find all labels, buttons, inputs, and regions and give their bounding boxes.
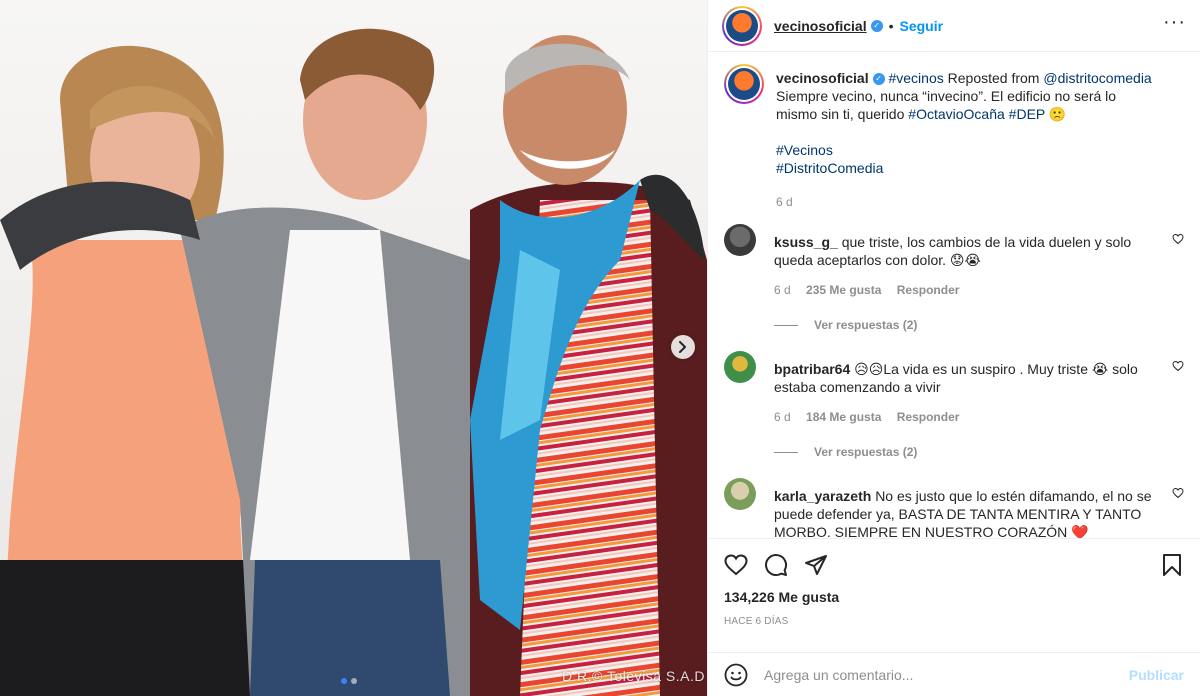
vecinos-logo-icon bbox=[728, 68, 760, 100]
comment-input[interactable]: Agrega un comentario... bbox=[764, 667, 1129, 683]
commenter-avatar[interactable] bbox=[724, 351, 756, 383]
likes-count[interactable]: 134,226 Me gusta bbox=[724, 589, 1184, 605]
emoji-smiley-icon[interactable] bbox=[724, 663, 748, 687]
caption-time: 6 d bbox=[776, 195, 793, 209]
author-username[interactable]: vecinosoficial bbox=[774, 18, 867, 34]
comment-item: bpatribar64 😥😥La vida es un suspiro . Mu… bbox=[724, 351, 1184, 426]
comment-body: karla_yarazeth No es justo que lo estén … bbox=[774, 487, 1154, 538]
caption-reposted-from: Reposted from bbox=[947, 70, 1040, 86]
view-replies-button[interactable]: Ver respuestas (2) bbox=[774, 445, 1184, 459]
post-caption: vecinosoficial ✓ #vecinos Reposted from @… bbox=[724, 64, 1184, 211]
post-side-panel: vecinosoficial ✓ • Seguir ··· vecinosofi… bbox=[707, 0, 1200, 696]
commenter-username[interactable]: bpatribar64 bbox=[774, 361, 850, 377]
vecinos-logo-icon bbox=[726, 9, 758, 42]
replies-line bbox=[774, 451, 798, 453]
caption-tag-distrito[interactable]: #DistritoComedia bbox=[776, 160, 883, 176]
post-age: HACE 6 DÍAS bbox=[724, 616, 789, 627]
commenter-avatar[interactable] bbox=[724, 478, 756, 510]
caption-tag-dep[interactable]: #DEP bbox=[1009, 106, 1045, 122]
comment-meta: 6 d 184 Me gusta Responder bbox=[774, 408, 1154, 426]
reply-button[interactable]: Responder bbox=[897, 410, 960, 424]
commenter-username[interactable]: karla_yarazeth bbox=[774, 488, 871, 504]
post-photo[interactable]: D.R.© Televisa S.A.D bbox=[0, 0, 707, 696]
caption-username[interactable]: vecinosoficial bbox=[776, 70, 869, 86]
comment-item: karla_yarazeth No es justo que lo estén … bbox=[724, 478, 1184, 538]
separator-dot: • bbox=[888, 17, 894, 34]
comment-bubble-icon[interactable] bbox=[764, 553, 788, 577]
caption-emoji: 🙁 bbox=[1048, 106, 1067, 122]
photo-watermark: D.R.© Televisa S.A.D bbox=[562, 668, 705, 684]
publish-button[interactable]: Publicar bbox=[1129, 667, 1184, 683]
carousel-dot-active bbox=[341, 678, 347, 684]
comment-likes[interactable]: 235 Me gusta bbox=[806, 283, 881, 297]
comments-list[interactable]: vecinosoficial ✓ #vecinos Reposted from @… bbox=[708, 53, 1200, 538]
caption-text: vecinosoficial ✓ #vecinos Reposted from @… bbox=[776, 69, 1156, 211]
next-photo-button[interactable] bbox=[671, 335, 695, 359]
post-header: vecinosoficial ✓ • Seguir ··· bbox=[708, 0, 1200, 52]
post-actions: 134,226 Me gusta HACE 6 DÍAS bbox=[708, 538, 1200, 627]
carousel-dot bbox=[351, 678, 357, 684]
comment-body: bpatribar64 😥😥La vida es un suspiro . Mu… bbox=[774, 360, 1154, 426]
commenter-avatar[interactable] bbox=[724, 224, 756, 256]
like-comment-heart-icon[interactable] bbox=[1172, 360, 1184, 372]
follow-button[interactable]: Seguir bbox=[900, 18, 944, 34]
like-comment-heart-icon[interactable] bbox=[1172, 233, 1184, 245]
save-bookmark-icon[interactable] bbox=[1160, 553, 1184, 577]
author-block: vecinosoficial ✓ • Seguir bbox=[774, 18, 943, 34]
comment-likes[interactable]: 184 Me gusta bbox=[806, 410, 881, 424]
caption-avatar[interactable] bbox=[724, 64, 764, 104]
photo-scene bbox=[0, 0, 707, 696]
more-options-icon[interactable]: ··· bbox=[1163, 12, 1186, 35]
caption-tag-person[interactable]: #OctavioOcaña bbox=[908, 106, 1005, 122]
like-comment-heart-icon[interactable] bbox=[1172, 487, 1184, 499]
replies-line bbox=[774, 324, 798, 326]
comment-meta: 6 d 235 Me gusta Responder bbox=[774, 281, 1154, 299]
author-avatar[interactable] bbox=[722, 5, 762, 46]
commenter-username[interactable]: ksuss_g_ bbox=[774, 234, 838, 250]
chevron-right-icon bbox=[679, 341, 686, 353]
reply-button[interactable]: Responder bbox=[897, 283, 960, 297]
share-paper-plane-icon[interactable] bbox=[804, 553, 828, 577]
action-bar bbox=[724, 539, 1184, 591]
comment-time: 6 d bbox=[774, 283, 791, 297]
caption-tag-vecinos[interactable]: #Vecinos bbox=[776, 142, 833, 158]
instagram-post-view: D.R.© Televisa S.A.D vecinosoficial ✓ • … bbox=[0, 0, 1200, 696]
verified-badge-icon: ✓ bbox=[872, 73, 885, 86]
comment-time: 6 d bbox=[774, 410, 791, 424]
verified-badge-icon: ✓ bbox=[870, 19, 883, 32]
caption-reposted-user[interactable]: @distritocomedia bbox=[1043, 70, 1151, 86]
comment-item: ksuss_g_ que triste, los cambios de la v… bbox=[724, 224, 1184, 299]
view-replies-label: Ver respuestas (2) bbox=[814, 318, 918, 332]
view-replies-button[interactable]: Ver respuestas (2) bbox=[774, 318, 1184, 332]
comment-body: ksuss_g_ que triste, los cambios de la v… bbox=[774, 233, 1154, 299]
comment-composer: Agrega un comentario... Publicar bbox=[708, 652, 1200, 696]
carousel-indicator bbox=[341, 678, 357, 684]
like-heart-icon[interactable] bbox=[724, 553, 748, 577]
view-replies-label: Ver respuestas (2) bbox=[814, 445, 918, 459]
caption-hashtag-vecinos[interactable]: #vecinos bbox=[888, 70, 943, 86]
